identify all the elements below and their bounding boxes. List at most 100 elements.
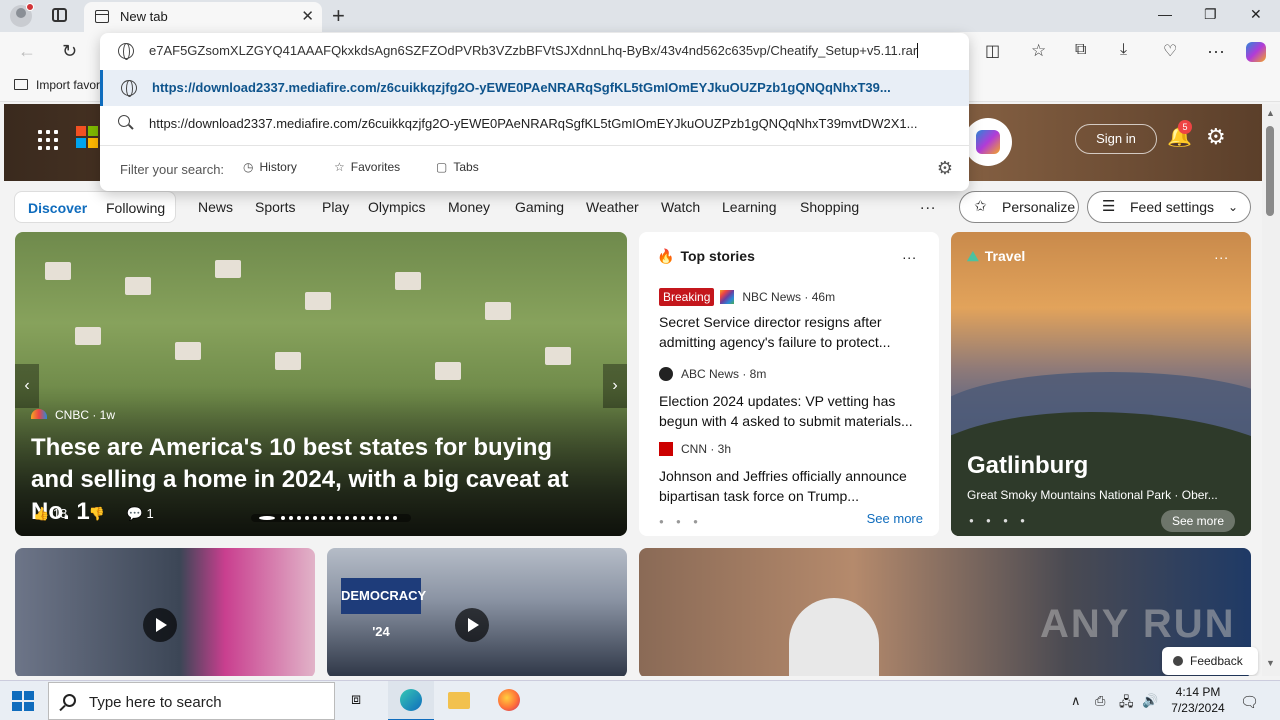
task-view-icon[interactable]: ⧈ [337, 681, 383, 720]
travel-card[interactable]: ⛰ Travel ... Gatlinburg Great Smoky Mount… [951, 232, 1251, 536]
filter-favorites[interactable]: ☆ Favorites [334, 160, 400, 174]
play-icon[interactable] [143, 608, 177, 642]
nav-watch[interactable]: Watch [661, 199, 700, 215]
carousel-dot[interactable] [385, 516, 389, 520]
apps-launcher-icon[interactable] [38, 130, 58, 150]
carousel-dot-active[interactable] [259, 516, 275, 520]
tab-discover[interactable]: Discover [28, 200, 87, 216]
feedback-button[interactable]: Feedback [1162, 647, 1258, 675]
scroll-up-icon[interactable]: ▲ [1266, 108, 1275, 118]
carousel-dot[interactable] [289, 516, 293, 520]
nav-news[interactable]: News [198, 199, 233, 215]
nav-money[interactable]: Money [448, 199, 490, 215]
notifications-bell-icon[interactable]: 🔔 5 [1167, 120, 1192, 149]
carousel-dot[interactable] [297, 516, 301, 520]
more-options-icon[interactable]: ... [902, 246, 917, 262]
more-options-icon[interactable]: ... [1214, 246, 1229, 262]
copilot-icon[interactable] [1246, 42, 1266, 62]
filter-tabs[interactable]: ▢ Tabs [436, 160, 479, 174]
photo-detail [275, 352, 301, 370]
taskbar-clock[interactable]: 4:14 PM 7/23/2024 [1162, 684, 1234, 716]
tab-new-tab[interactable]: New tab ✕ [84, 2, 322, 32]
like-icon[interactable]: 👍 [33, 506, 49, 521]
split-screen-icon[interactable]: ◫ [985, 41, 1000, 61]
taskbar-search-box[interactable]: Type here to search [48, 682, 335, 720]
nav-weather[interactable]: Weather [586, 199, 639, 215]
search-settings-gear-icon[interactable]: ⚙ [937, 158, 953, 179]
feed-settings-button[interactable]: ☰ Feed settings ⌄ [1087, 191, 1251, 223]
window-close-icon[interactable]: ✕ [1250, 6, 1262, 23]
carousel-dot[interactable] [377, 516, 381, 520]
collections-icon[interactable]: ⧉ [1075, 41, 1086, 59]
pagination-dots[interactable]: ● ● ● ● [969, 516, 1030, 525]
story-item[interactable]: Breaking NBC News · 46m Secret Service di… [659, 288, 924, 352]
nav-more-icon[interactable]: ... [920, 196, 936, 214]
settings-more-icon[interactable]: ··· [1207, 41, 1225, 62]
favorites-icon[interactable]: ☆ [1031, 41, 1046, 61]
carousel-dot[interactable] [393, 516, 397, 520]
video-card[interactable] [15, 548, 315, 676]
suggestion-search[interactable]: https://download2337.mediafire.com/z6cui… [100, 106, 969, 142]
sign-in-button[interactable]: Sign in [1075, 124, 1157, 154]
close-tab-icon[interactable]: ✕ [301, 7, 314, 25]
copilot-button[interactable] [964, 118, 1012, 166]
dislike-icon[interactable]: 👎 [89, 506, 105, 521]
address-input[interactable]: e7AF5GZsomXLZGYQ41AAAFQkxkdsAgn6SZFZOdPV… [149, 43, 949, 58]
filter-history[interactable]: ◷ History [243, 160, 297, 174]
nav-olympics[interactable]: Olympics [368, 199, 426, 215]
pagination-dots[interactable]: ● ● ● [659, 517, 703, 526]
play-icon[interactable] [455, 608, 489, 642]
tab-following[interactable]: Following [106, 200, 165, 216]
see-more-link[interactable]: See more [867, 511, 923, 526]
carousel-dot[interactable] [353, 516, 357, 520]
refresh-icon[interactable]: ↻ [62, 41, 77, 62]
firefox-icon[interactable] [486, 681, 532, 720]
story-item[interactable]: ABC News · 8m Election 2024 updates: VP … [659, 367, 924, 431]
tab-actions-icon[interactable] [52, 8, 67, 22]
nav-play[interactable]: Play [322, 199, 349, 215]
carousel-dot[interactable] [345, 516, 349, 520]
scroll-down-icon[interactable]: ▼ [1266, 658, 1275, 668]
page-settings-gear-icon[interactable]: ⚙ [1206, 124, 1226, 150]
network-icon[interactable]: 🖧 [1119, 693, 1134, 715]
browser-essentials-icon[interactable]: ♡ [1163, 41, 1177, 61]
edge-taskbar-icon[interactable] [388, 681, 434, 720]
carousel-dot[interactable] [337, 516, 341, 520]
carousel-dot[interactable] [329, 516, 333, 520]
carousel-dot[interactable] [369, 516, 373, 520]
carousel-next-icon[interactable]: › [603, 364, 627, 408]
back-icon[interactable]: ← [18, 41, 36, 62]
comment-icon[interactable]: 💬 [127, 506, 143, 521]
profile-avatar[interactable] [10, 3, 34, 27]
see-more-button[interactable]: See more [1161, 510, 1235, 532]
show-hidden-icons-icon[interactable]: ∧ [1071, 693, 1081, 709]
scrollbar-thumb[interactable] [1266, 126, 1274, 216]
carousel-dot[interactable] [313, 516, 317, 520]
file-explorer-icon[interactable] [436, 681, 482, 720]
carousel-dot[interactable] [321, 516, 325, 520]
volume-icon[interactable]: 🔊 [1142, 693, 1158, 709]
minimize-icon[interactable]: — [1158, 6, 1172, 22]
downloads-icon[interactable]: ⤓ [1120, 41, 1127, 59]
main-story-card[interactable]: ‹ › CNBC · 1w These are America's 10 bes… [15, 232, 627, 536]
carousel-dot[interactable] [281, 516, 285, 520]
address-input-row[interactable]: e7AF5GZsomXLZGYQ41AAAFQkxkdsAgn6SZFZOdPV… [100, 33, 969, 69]
carousel-dot[interactable] [305, 516, 309, 520]
video-card[interactable]: DEMOCRACY '24 [327, 548, 627, 676]
personalize-button[interactable]: ✩ Personalize [959, 191, 1079, 223]
nav-learning[interactable]: Learning [722, 199, 777, 215]
carousel-dot[interactable] [361, 516, 365, 520]
suggestion-url-highlighted[interactable]: https://download2337.mediafire.com/z6cui… [100, 70, 969, 106]
carousel-prev-icon[interactable]: ‹ [15, 364, 39, 408]
personalize-icon: ✩ [974, 198, 987, 215]
nav-sports[interactable]: Sports [255, 199, 295, 215]
nav-shopping[interactable]: Shopping [800, 199, 859, 215]
notification-center-icon[interactable]: 🗨 [1240, 693, 1259, 711]
new-tab-button[interactable]: + [332, 3, 345, 29]
start-button-icon[interactable] [12, 691, 34, 711]
nav-gaming[interactable]: Gaming [515, 199, 564, 215]
device-icon[interactable]: ⎙ [1095, 693, 1105, 709]
story-item[interactable]: CNN · 3h Johnson and Jeffries officially… [659, 442, 924, 506]
page-scrollbar[interactable]: ▲ ▼ [1262, 104, 1280, 676]
restore-icon[interactable]: ❐ [1204, 6, 1217, 23]
